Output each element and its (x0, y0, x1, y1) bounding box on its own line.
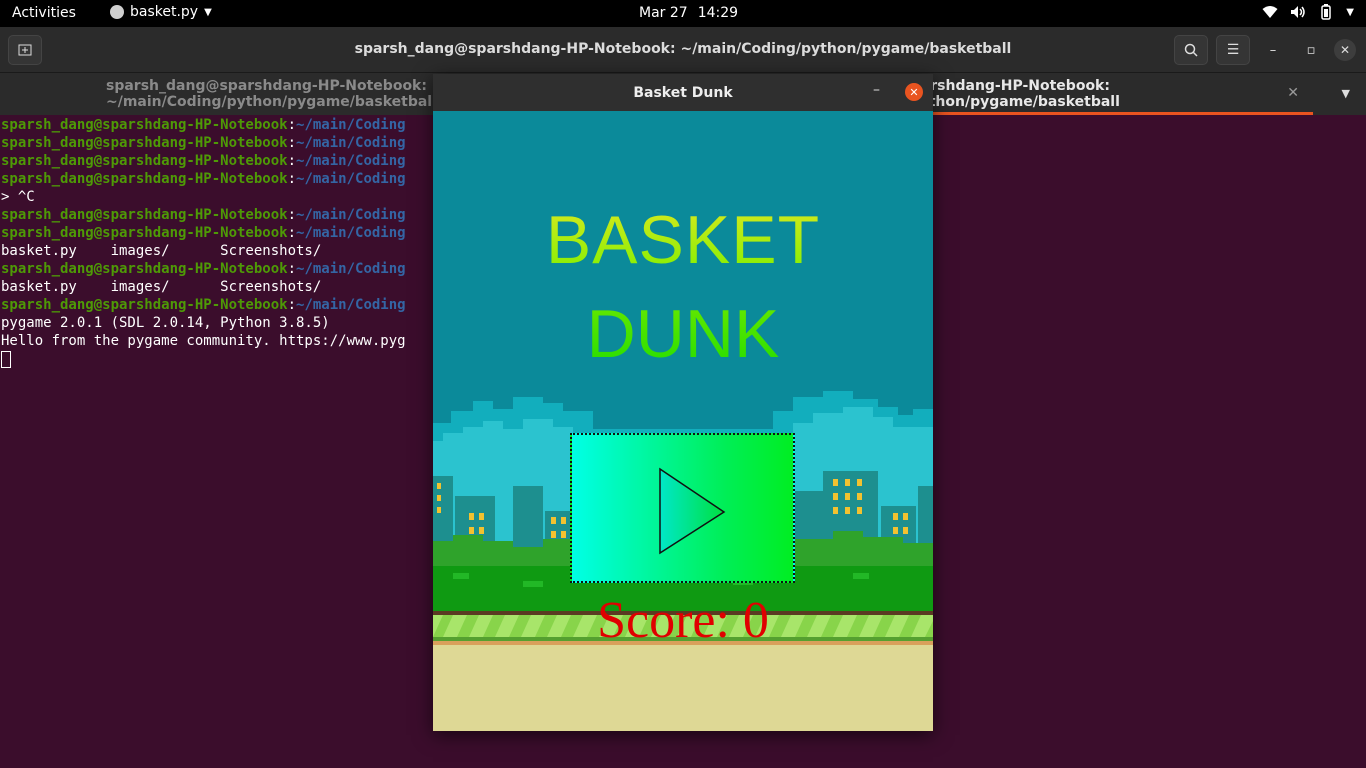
game-title-line-1: BASKET (433, 201, 933, 279)
game-window: Basket Dunk – ✕ BASKET DUNK Score: 0 (433, 74, 933, 731)
search-icon (1184, 43, 1198, 57)
minimize-icon[interactable]: – (873, 82, 880, 98)
chevron-down-icon: ▼ (1346, 6, 1354, 18)
prompt-separator: : (287, 225, 297, 241)
minimize-icon: – (1269, 42, 1277, 58)
output-text: > ^C (1, 189, 35, 205)
close-tab-icon[interactable]: ✕ (1287, 85, 1299, 101)
prompt-path: ~/main/Coding (296, 117, 406, 133)
game-title-line-2: DUNK (433, 295, 933, 373)
close-button[interactable]: ✕ (1334, 39, 1356, 61)
close-icon: ✕ (1339, 43, 1351, 57)
terminal-headerbar: sparsh_dang@sparshdang-HP-Notebook: ~/ma… (0, 27, 1366, 73)
game-canvas[interactable]: BASKET DUNK Score: 0 (433, 111, 933, 731)
output-text: pygame 2.0.1 (SDL 2.0.14, Python 3.8.5) (1, 315, 330, 331)
prompt-separator: : (287, 297, 297, 313)
chevron-down-icon: ▼ (204, 6, 212, 18)
prompt-separator: : (287, 261, 297, 277)
terminal-cursor (1, 350, 11, 368)
score-label: Score: 0 (597, 592, 769, 649)
top-bar: Activities basket.py ▼ Mar 27 14:29 ▼ (0, 0, 1366, 27)
prompt-user: sparsh_dang@sparshdang-HP-Notebook (1, 225, 288, 241)
prompt-separator: : (287, 153, 297, 169)
prompt-user: sparsh_dang@sparshdang-HP-Notebook (1, 117, 288, 133)
prompt-user: sparsh_dang@sparshdang-HP-Notebook (1, 261, 288, 277)
prompt-separator: : (287, 171, 297, 187)
tabs-dropdown-icon[interactable]: ▼ (1342, 87, 1350, 100)
game-window-title: Basket Dunk (633, 85, 733, 101)
minimize-button[interactable]: – (1258, 35, 1288, 65)
app-menu[interactable]: basket.py ▼ (110, 4, 212, 20)
prompt-user: sparsh_dang@sparshdang-HP-Notebook (1, 153, 288, 169)
prompt-user: sparsh_dang@sparshdang-HP-Notebook (1, 297, 288, 313)
prompt-separator: : (287, 135, 297, 151)
menu-button[interactable]: ☰ (1216, 35, 1250, 65)
search-button[interactable] (1174, 35, 1208, 65)
prompt-path: ~/main/Coding (296, 153, 406, 169)
output-text: basket.py images/ Screenshots/ (1, 243, 322, 259)
activities-button[interactable]: Activities (12, 5, 76, 21)
prompt-user: sparsh_dang@sparshdang-HP-Notebook (1, 135, 288, 151)
hamburger-menu-icon: ☰ (1226, 42, 1240, 58)
prompt-separator: : (287, 207, 297, 223)
prompt-path: ~/main/Coding (296, 207, 406, 223)
output-text: Hello from the pygame community. https:/… (1, 333, 406, 349)
output-text: basket.py images/ Screenshots/ (1, 279, 322, 295)
terminal-title: sparsh_dang@sparshdang-HP-Notebook: ~/ma… (354, 41, 1012, 57)
clock-date: Mar 27 (639, 5, 688, 21)
prompt-separator: : (287, 117, 297, 133)
prompt-path: ~/main/Coding (296, 261, 406, 277)
prompt-path: ~/main/Coding (296, 297, 406, 313)
clock[interactable]: Mar 27 14:29 (639, 5, 738, 21)
prompt-user: sparsh_dang@sparshdang-HP-Notebook (1, 207, 288, 223)
game-titlebar[interactable]: Basket Dunk – ✕ (433, 74, 933, 111)
battery-icon (1318, 4, 1334, 20)
app-menu-label: basket.py (130, 4, 199, 20)
python-app-icon (110, 5, 124, 19)
wifi-icon (1262, 4, 1278, 20)
prompt-path: ~/main/Coding (296, 135, 406, 151)
play-button[interactable] (570, 433, 795, 583)
clock-time: 14:29 (697, 5, 739, 21)
play-triangle-icon (659, 467, 726, 555)
volume-icon (1290, 4, 1306, 20)
system-tray[interactable]: ▼ (1262, 4, 1354, 20)
prompt-path: ~/main/Coding (296, 225, 406, 241)
maximize-button[interactable]: ▫ (1296, 35, 1326, 65)
close-icon[interactable]: ✕ (905, 83, 923, 101)
prompt-user: sparsh_dang@sparshdang-HP-Notebook (1, 171, 288, 187)
maximize-icon: ▫ (1306, 42, 1316, 58)
prompt-path: ~/main/Coding (296, 171, 406, 187)
